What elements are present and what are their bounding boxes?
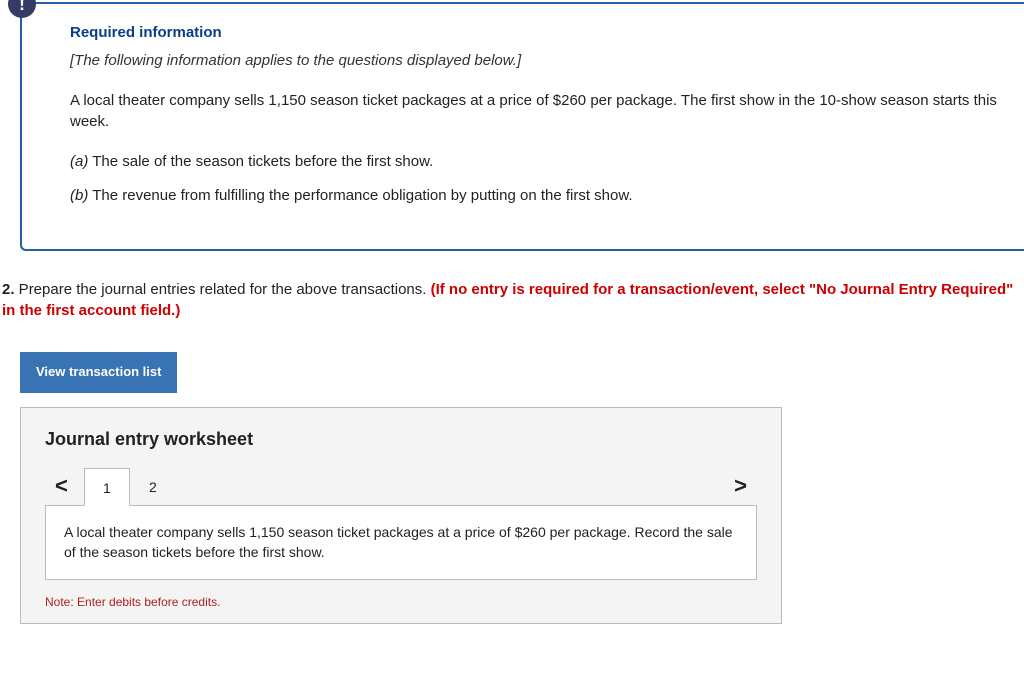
question-prompt: 2. Prepare the journal entries related f… xyxy=(2,279,1024,323)
view-transaction-list-button[interactable]: View transaction list xyxy=(20,352,177,393)
worksheet-title: Journal entry worksheet xyxy=(45,426,757,452)
required-info-box: ! Required information [The following in… xyxy=(20,2,1024,251)
info-item-b-label: (b) xyxy=(70,187,88,204)
question-text: Prepare the journal entries related for … xyxy=(15,281,431,298)
info-item-a-label: (a) xyxy=(70,153,88,170)
info-instruction: [The following information applies to th… xyxy=(70,50,1000,72)
tab-2[interactable]: 2 xyxy=(130,468,176,506)
info-item-a-text: The sale of the season tickets before th… xyxy=(88,153,433,170)
question-number: 2. xyxy=(2,281,15,298)
chevron-left-icon[interactable]: < xyxy=(45,470,78,502)
info-item-b: (b) The revenue from fulfilling the perf… xyxy=(70,185,1000,207)
journal-entry-worksheet: Journal entry worksheet < 1 2 > A local … xyxy=(20,407,782,624)
info-icon: ! xyxy=(8,0,36,18)
worksheet-tab-row: < 1 2 > xyxy=(45,466,757,506)
required-info-heading: Required information xyxy=(70,22,1000,44)
info-item-a: (a) The sale of the season tickets befor… xyxy=(70,151,1000,173)
worksheet-tabs: 1 2 xyxy=(84,466,176,506)
chevron-right-icon[interactable]: > xyxy=(724,470,757,502)
tab-1[interactable]: 1 xyxy=(84,468,130,506)
debit-credit-note: Note: Enter debits before credits. xyxy=(45,594,757,611)
info-body: A local theater company sells 1,150 seas… xyxy=(70,90,1000,134)
info-item-b-text: The revenue from fulfilling the performa… xyxy=(88,187,632,204)
worksheet-description: A local theater company sells 1,150 seas… xyxy=(45,505,757,580)
